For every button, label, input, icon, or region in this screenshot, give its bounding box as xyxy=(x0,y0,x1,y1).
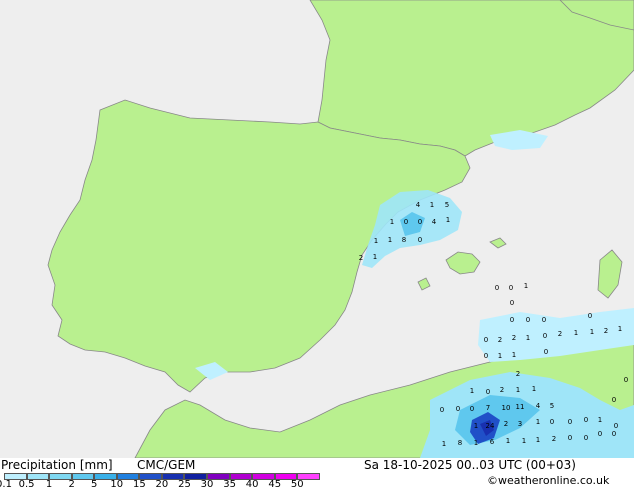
precip-value-label: 1 xyxy=(512,351,516,359)
precip-value-label: 2 xyxy=(500,386,504,394)
precip-value-label: 0 xyxy=(550,418,554,426)
precip-value-label: 1 xyxy=(536,436,540,444)
colorbar-tick-label: 40 xyxy=(245,479,259,490)
precip-value-label: 0 xyxy=(542,316,546,324)
precip-value-label: 0 xyxy=(470,405,474,413)
precip-value-label: 0 xyxy=(584,416,588,424)
precip-value-label: 8 xyxy=(458,439,462,447)
colorbar-tick-label: 50 xyxy=(290,479,304,490)
precip-value-label: 0 xyxy=(418,236,422,244)
colorbar-tick-label: 30 xyxy=(200,479,214,490)
precip-value-label: 0 xyxy=(568,434,572,442)
precip-value-label: 0 xyxy=(612,396,616,404)
precip-value-label: 10 xyxy=(502,404,511,412)
legend-datetime: Sa 18-10-2025 00..03 UTC (00+03) xyxy=(364,458,576,472)
precip-value-label: 3 xyxy=(518,420,522,428)
precip-value-label: 1 xyxy=(374,237,378,245)
precip-value-label: 4 xyxy=(432,218,437,226)
precip-value-label: 0 xyxy=(510,316,514,324)
precip-value-label: 0 xyxy=(588,312,592,320)
precip-value-label: 1 xyxy=(522,437,526,445)
precip-value-label: 8 xyxy=(402,236,406,244)
precip-value-label: 1 xyxy=(526,334,530,342)
precip-value-label: 0 xyxy=(568,418,572,426)
precip-value-label: 1 xyxy=(498,352,502,360)
precip-value-label: 6 xyxy=(490,438,495,446)
colorbar-tick-label: 0.1 xyxy=(0,479,12,490)
precip-value-label: 2 xyxy=(0,0,2,2)
precip-value-label: 0 xyxy=(584,434,588,442)
precip-value-label: 1 xyxy=(618,325,622,333)
precip-value-label: 2 xyxy=(552,435,556,443)
colorbar-tick-label: 45 xyxy=(268,479,282,490)
colorbar-tick-label: 15 xyxy=(132,479,146,490)
legend-model: CMC/GEM xyxy=(137,458,196,472)
legend-credit: ©weatheronline.co.uk xyxy=(487,474,610,487)
legend-title: Precipitation [mm] xyxy=(1,458,113,472)
colorbar-tick-label: 25 xyxy=(178,479,191,490)
precip-value-label: 1 xyxy=(373,253,377,261)
colorbar-tick-label: 2 xyxy=(68,479,75,490)
precip-value-label: 0 xyxy=(614,422,618,430)
precip-value-label: 1 xyxy=(388,236,392,244)
precip-value-label: 0 xyxy=(404,218,408,226)
precip-value-label: 0 xyxy=(544,348,548,356)
precip-value-label: 4 xyxy=(536,402,541,410)
precip-value-label: 1 xyxy=(524,282,528,290)
precip-value-label: 0 xyxy=(612,430,616,438)
precip-value-label: 1 xyxy=(430,201,434,209)
precip-value-label: 1 xyxy=(474,422,478,430)
colorbar-tick-label: 0.5 xyxy=(18,479,35,490)
precip-value-label: 7 xyxy=(486,404,490,412)
precip-value-label: 1 xyxy=(536,418,540,426)
precip-value-label: 1 xyxy=(516,386,520,394)
precip-value-label: 1 xyxy=(390,218,394,226)
precip-value-label: 1 xyxy=(442,440,446,448)
precip-value-label: 1 xyxy=(532,385,536,393)
precip-value-label: 0 xyxy=(526,316,530,324)
legend-bar: Precipitation [mm] CMC/GEM Sa 18-10-2025… xyxy=(0,458,634,490)
colorbar-tick-label: 20 xyxy=(155,479,169,490)
precip-value-label: 1 xyxy=(470,387,474,395)
precip-value-label: 0 xyxy=(486,388,490,396)
colorbar-tick-label: 10 xyxy=(110,479,124,490)
precip-value-label: 2 xyxy=(359,254,363,262)
precip-value-label: 1 xyxy=(446,216,450,224)
precip-value-label: 0 xyxy=(510,299,514,307)
precip-value-label: 1 xyxy=(574,329,578,337)
precip-value-label: 0 xyxy=(484,352,488,360)
precip-value-label: 0 xyxy=(598,430,602,438)
precip-value-label: 0 xyxy=(543,332,547,340)
precip-value-label: 0 xyxy=(495,284,499,292)
precip-value-label: 0 xyxy=(509,284,513,292)
precipitation-map: 4 1 51 0 0 4 11 1 8 02 10 0 100 0 0 00 2 2 1 0 2 1 1 2 10 1 1 021 0 2… xyxy=(0,0,634,458)
precip-value-label: 11 xyxy=(516,403,525,411)
precip-value-label: 0 xyxy=(484,336,488,344)
precip-value-label: 5 xyxy=(445,201,449,209)
precip-value-label: 2 xyxy=(604,327,608,335)
precip-value-label: 0 xyxy=(440,406,444,414)
precip-value-label: 2 xyxy=(504,420,508,428)
precip-value-label: 0 xyxy=(624,376,628,384)
precip-value-label: 5 xyxy=(550,402,554,410)
precip-value-label: 1 xyxy=(474,439,478,447)
precip-value-label: 2 xyxy=(512,334,516,342)
precip-value-label: 0 xyxy=(418,218,422,226)
precip-value-label: 0 xyxy=(456,405,460,413)
precip-value-label: 1 xyxy=(590,328,594,336)
colorbar-tick-label: 35 xyxy=(223,479,236,490)
precip-value-label: 1 xyxy=(506,437,510,445)
colorbar-tick-label: 5 xyxy=(91,479,98,490)
colorbar-tick-label: 1 xyxy=(45,479,53,490)
precip-value-label: 2 xyxy=(498,336,502,344)
precip-value-label: 24 xyxy=(486,422,495,430)
precip-value-label: 2 xyxy=(516,370,520,378)
precip-value-label: 4 xyxy=(416,201,421,209)
precip-value-label: 2 xyxy=(558,330,562,338)
precip-value-label: 1 xyxy=(598,416,602,424)
